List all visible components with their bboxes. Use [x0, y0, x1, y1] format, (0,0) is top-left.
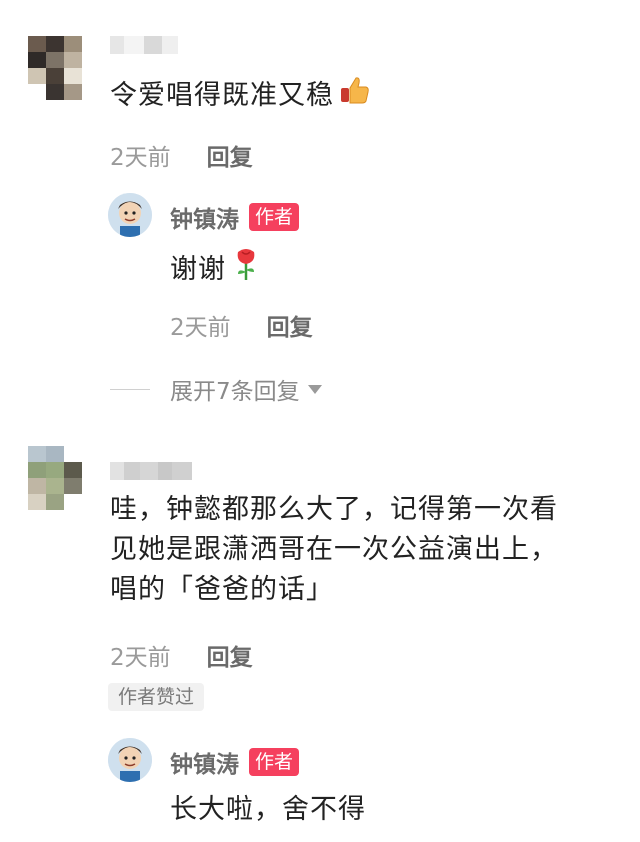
reply-button[interactable]: 回复 — [207, 638, 253, 672]
comment-time: 2天前 — [110, 145, 171, 171]
author-avatar[interactable] — [108, 193, 152, 237]
comment-text: 哇，钟懿都那么大了，记得第一次看 见她是跟潇洒哥在一次公益演出上， 唱的「爸爸的… — [110, 494, 558, 605]
commenter-name-blurred — [110, 36, 178, 54]
author-avatar[interactable] — [108, 738, 152, 782]
comment-text: 令爱唱得既准又稳 — [110, 74, 370, 118]
divider — [110, 388, 150, 390]
author-badge: 作者 — [249, 748, 300, 776]
reply-button[interactable]: 回复 — [267, 308, 313, 342]
chevron-down-icon — [307, 384, 322, 394]
expand-replies[interactable]: 展开7条回复 — [110, 372, 322, 406]
reply-text: 长大啦，舍不得 — [170, 794, 366, 825]
author-liked-badge: 作者赞过 — [108, 683, 205, 711]
expand-replies-label[interactable]: 展开7条回复 — [170, 372, 300, 406]
reply-button[interactable]: 回复 — [207, 138, 253, 172]
commenter-avatar-blurred[interactable] — [28, 36, 82, 100]
reply-text: 谢谢 — [170, 246, 260, 294]
author-name[interactable]: 钟镇涛 — [170, 745, 239, 779]
author-badge: 作者 — [249, 203, 300, 231]
commenter-avatar-blurred[interactable] — [28, 446, 82, 510]
commenter-name-blurred — [110, 462, 192, 480]
comment-time: 2天前 — [110, 645, 171, 671]
reply-time: 2天前 — [170, 315, 231, 341]
author-name[interactable]: 钟镇涛 — [170, 200, 239, 234]
thumbs-up-icon — [338, 74, 370, 118]
rose-icon — [232, 246, 260, 294]
